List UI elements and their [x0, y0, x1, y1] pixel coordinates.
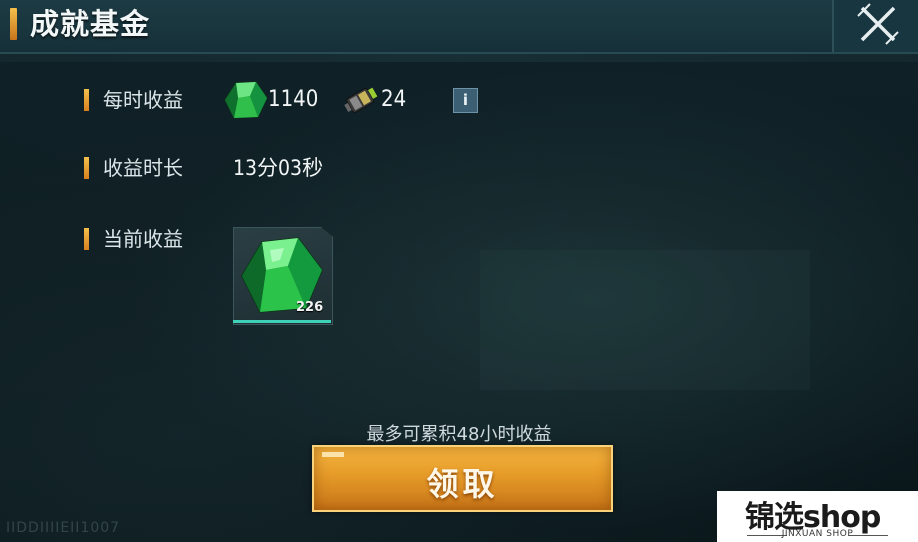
close-icon — [857, 3, 899, 45]
claim-button[interactable]: 领取 — [312, 445, 613, 512]
claim-button-label: 领取 — [426, 465, 499, 503]
item-rarity-bar — [233, 320, 331, 323]
current-income-label: 当前收益 — [103, 227, 183, 251]
duration-value: 13分03秒 — [233, 156, 324, 180]
title-accent-bar — [10, 8, 17, 40]
info-button[interactable]: i — [453, 88, 478, 113]
green-crystal-icon — [224, 81, 268, 119]
background-panel — [480, 250, 810, 390]
shop-subtitle: JINXUAN SHOP — [781, 529, 854, 539]
row-accent-current — [84, 228, 89, 250]
hourly-income-label: 每时收益 — [103, 88, 183, 112]
row-accent-hourly — [84, 89, 89, 111]
header-divider — [0, 54, 918, 62]
button-tag — [322, 452, 344, 457]
item-count: 226 — [296, 300, 324, 315]
logo-divider-right — [848, 535, 888, 536]
close-button[interactable] — [832, 0, 918, 52]
faint-background-text: IIDDIIIIEII1007 — [6, 520, 121, 536]
page-title: 成就基金 — [30, 7, 151, 41]
duration-label: 收益时长 — [103, 156, 183, 180]
shop-watermark-logo: 锦选shop JINXUAN SHOP — [717, 491, 918, 542]
hourly-crystal-amount: 1140 — [268, 87, 319, 112]
row-accent-duration — [84, 157, 89, 179]
fuel-canister-icon — [344, 87, 378, 113]
hourly-fuel-amount: 24 — [381, 87, 407, 112]
max-accumulate-note: 最多可累积48小时收益 — [366, 424, 552, 445]
